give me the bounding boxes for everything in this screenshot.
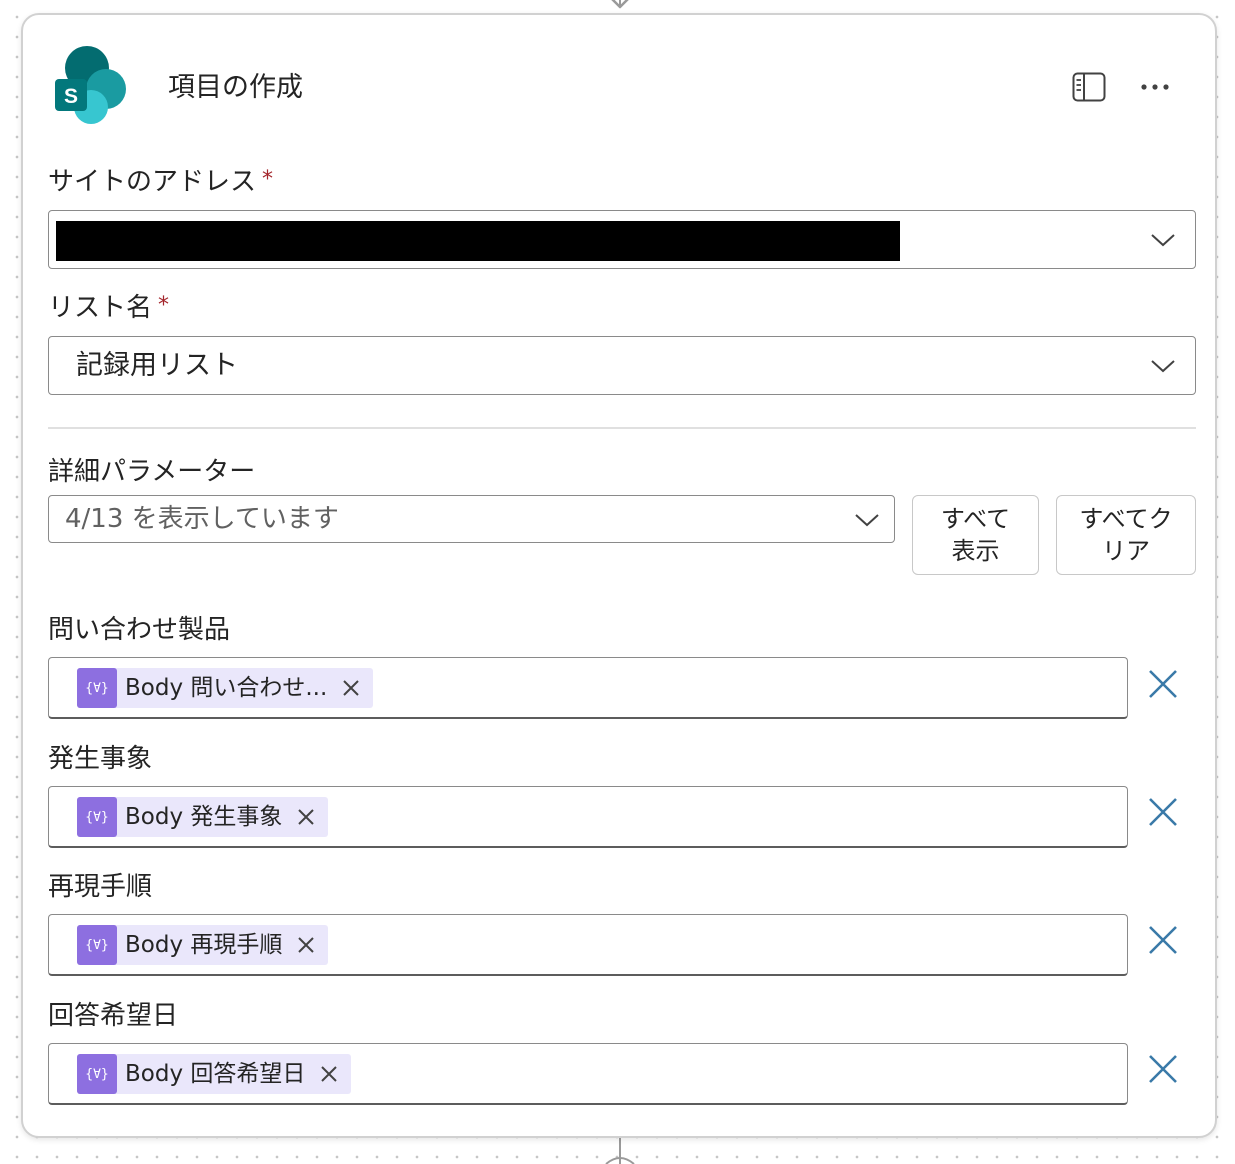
field-label-occurrence: 発生事象 <box>48 744 153 774</box>
expression-icon: {∀} <box>77 925 117 965</box>
advanced-params-dropdown[interactable]: 4/13 を表示しています <box>48 495 895 543</box>
dynamic-content-token[interactable]: {∀} Body 発生事象 <box>77 797 329 837</box>
show-all-label-line1: すべて <box>940 505 1011 533</box>
field-input-desired-answer-date[interactable]: {∀} Body 回答希望日 <box>48 1043 1128 1105</box>
connector-arrow-top <box>611 0 629 9</box>
close-icon <box>321 1066 338 1082</box>
expression-icon: {∀} <box>77 797 117 837</box>
remove-field-close-icon[interactable] <box>1146 667 1180 701</box>
list-name-dropdown[interactable]: 記録用リスト <box>48 336 1196 395</box>
clear-all-label-line1: すべてク <box>1079 505 1173 533</box>
remove-field-close-icon[interactable] <box>1146 795 1180 829</box>
token-label: Body 回答希望日 <box>125 1061 306 1087</box>
field-input-inquiry-product[interactable]: {∀} Body 問い合わせ... <box>48 657 1128 719</box>
sharepoint-logo-icon: S <box>55 46 126 124</box>
dynamic-content-token[interactable]: {∀} Body 回答希望日 <box>77 1054 352 1094</box>
more-icon <box>1141 84 1169 90</box>
remove-field-close-icon[interactable] <box>1146 1052 1180 1086</box>
close-icon <box>298 937 315 953</box>
clear-all-button[interactable]: すべてク リア <box>1056 495 1196 575</box>
panel-toggle-button[interactable] <box>1069 67 1109 107</box>
close-icon <box>298 809 315 825</box>
token-label: Body 問い合わせ... <box>125 675 328 701</box>
card-title: 項目の作成 <box>168 72 303 103</box>
list-name-label: リスト名 * <box>48 291 169 325</box>
advanced-params-label: 詳細パラメーター <box>48 457 256 487</box>
site-address-dropdown[interactable] <box>48 210 1196 269</box>
connector-line-bottom <box>605 1138 635 1164</box>
field-label-desired-answer-date: 回答希望日 <box>48 1001 179 1031</box>
token-remove-button[interactable] <box>296 807 316 827</box>
panel-icon <box>1072 72 1106 102</box>
site-address-label-text: サイトのアドレス <box>48 167 257 197</box>
token-remove-button[interactable] <box>296 935 316 955</box>
token-label: Body 発生事象 <box>125 804 283 830</box>
show-all-label-line2: 表示 <box>951 537 1000 565</box>
field-input-occurrence[interactable]: {∀} Body 発生事象 <box>48 786 1128 848</box>
svg-text:S: S <box>64 85 78 108</box>
show-all-button[interactable]: すべて 表示 <box>912 495 1039 575</box>
site-address-label: サイトのアドレス * <box>48 165 273 199</box>
list-name-value: 記録用リスト <box>76 350 238 381</box>
expression-icon: {∀} <box>77 668 117 708</box>
field-input-repro-steps[interactable]: {∀} Body 再現手順 <box>48 914 1128 976</box>
action-card: S 項目の作成 サイトのアドレス * リスト名 * 記録用リスト 詳細パラメータ… <box>21 13 1217 1138</box>
chevron-down-icon <box>1151 234 1175 247</box>
more-options-button[interactable] <box>1135 67 1175 107</box>
dynamic-content-token[interactable]: {∀} Body 問い合わせ... <box>77 668 374 708</box>
dynamic-content-token[interactable]: {∀} Body 再現手順 <box>77 925 329 965</box>
section-divider <box>48 427 1196 429</box>
list-name-label-text: リスト名 <box>48 293 153 323</box>
field-label-repro-steps: 再現手順 <box>48 872 153 902</box>
close-icon <box>343 680 360 696</box>
redacted-site-address <box>56 221 900 261</box>
clear-all-label-line2: リア <box>1102 537 1150 565</box>
remove-field-close-icon[interactable] <box>1146 923 1180 957</box>
expression-icon: {∀} <box>77 1054 117 1094</box>
token-label: Body 再現手順 <box>125 932 283 958</box>
chevron-down-icon <box>1151 360 1175 373</box>
chevron-down-icon <box>855 514 879 527</box>
advanced-params-value: 4/13 を表示しています <box>65 504 339 534</box>
required-mark: * <box>262 167 274 192</box>
field-label-inquiry-product: 問い合わせ製品 <box>48 615 231 645</box>
required-mark: * <box>158 293 170 318</box>
token-remove-button[interactable] <box>319 1064 339 1084</box>
token-remove-button[interactable] <box>341 678 361 698</box>
